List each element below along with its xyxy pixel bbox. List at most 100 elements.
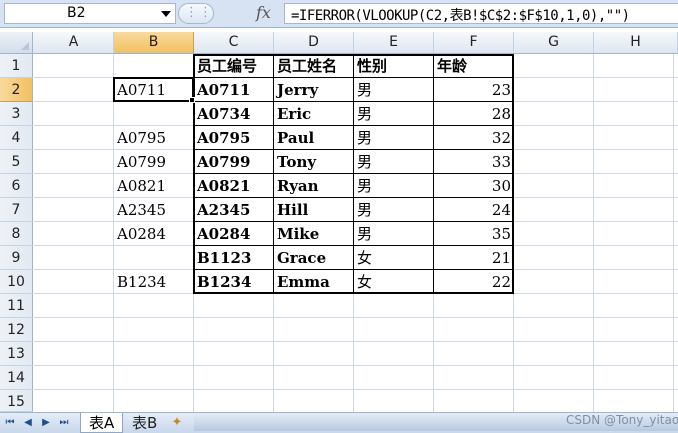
row-header-2[interactable]: 2 — [0, 78, 33, 102]
cell-f10[interactable]: 22 — [434, 270, 514, 294]
formula-bar: B2 ⋮⋮ fx =IFERROR(VLOOKUP(C2,表B!$C$2:$F$… — [0, 0, 678, 28]
cell-f3[interactable]: 28 — [434, 102, 514, 126]
cell-d2[interactable]: Jerry — [274, 78, 354, 102]
formula-controls: ⋮⋮ fx — [178, 3, 280, 24]
name-box[interactable]: B2 — [4, 3, 176, 24]
cell-c10[interactable]: B1234 — [194, 270, 274, 294]
next-sheet-icon[interactable]: ▶ — [38, 416, 54, 430]
cell-d5[interactable]: Tony — [274, 150, 354, 174]
last-sheet-icon[interactable]: ⏭ — [56, 416, 72, 430]
row-header-14[interactable]: 14 — [0, 366, 33, 390]
cell-e8[interactable]: 男 — [354, 222, 434, 246]
row-header-13[interactable]: 13 — [0, 342, 33, 366]
select-all-button[interactable] — [0, 32, 33, 53]
row-header-12[interactable]: 12 — [0, 318, 33, 342]
table-divider — [193, 77, 514, 78]
sheet-tab-a[interactable]: 表A — [80, 413, 124, 433]
cell-e4[interactable]: 男 — [354, 126, 434, 150]
cell-e5[interactable]: 男 — [354, 150, 434, 174]
cell-c8[interactable]: A0284 — [194, 222, 274, 246]
cell-e3[interactable]: 男 — [354, 102, 434, 126]
row-header-7[interactable]: 7 — [0, 198, 33, 222]
cell-f8[interactable]: 35 — [434, 222, 514, 246]
column-header-h[interactable]: H — [594, 32, 678, 53]
cell-e9[interactable]: 女 — [354, 246, 434, 270]
table-divider — [193, 173, 514, 174]
cell-f6[interactable]: 30 — [434, 174, 514, 198]
insert-function-icon[interactable]: fx — [256, 3, 271, 22]
cell-e7[interactable]: 男 — [354, 198, 434, 222]
row-header-1[interactable]: 1 — [0, 54, 33, 78]
formula-text: =IFERROR(VLOOKUP(C2,表B!$C$2:$F$10,1,0),"… — [291, 8, 630, 24]
cell-d4[interactable]: Paul — [274, 126, 354, 150]
cell-d6[interactable]: Ryan — [274, 174, 354, 198]
cell-d10[interactable]: Emma — [274, 270, 354, 294]
cell-c6[interactable]: A0821 — [194, 174, 274, 198]
cell-f2[interactable]: 23 — [434, 78, 514, 102]
column-header-b[interactable]: B — [114, 32, 194, 53]
column-header-d[interactable]: D — [274, 32, 354, 53]
cell-c5[interactable]: A0799 — [194, 150, 274, 174]
row-header-8[interactable]: 8 — [0, 222, 33, 246]
row-header-5[interactable]: 5 — [0, 150, 33, 174]
column-header-a[interactable]: A — [34, 32, 114, 53]
header-employee-name[interactable]: 员工姓名 — [274, 54, 354, 78]
table-divider — [193, 125, 514, 126]
cell-e10[interactable]: 女 — [354, 270, 434, 294]
header-age[interactable]: 年龄 — [434, 54, 514, 78]
fill-handle[interactable] — [189, 97, 195, 103]
formula-input[interactable]: =IFERROR(VLOOKUP(C2,表B!$C$2:$F$10,1,0),"… — [284, 3, 678, 24]
cell-b6[interactable]: A0821 — [114, 174, 194, 198]
dots-icon: ⋮⋮ — [185, 5, 213, 20]
prev-sheet-icon[interactable]: ◀ — [20, 416, 36, 430]
cell-c9[interactable]: B1123 — [194, 246, 274, 270]
cell-b5[interactable]: A0799 — [114, 150, 194, 174]
cell-grid[interactable]: A0711 A0795 A0799 A0821 A2345 A0284 B123… — [34, 54, 678, 412]
select-all-triangle-icon — [21, 42, 29, 50]
table-divider — [193, 101, 514, 102]
cell-c7[interactable]: A2345 — [194, 198, 274, 222]
cell-c4[interactable]: A0795 — [194, 126, 274, 150]
column-header-c[interactable]: C — [194, 32, 274, 53]
cell-d8[interactable]: Mike — [274, 222, 354, 246]
table-divider — [433, 54, 434, 294]
cell-f9[interactable]: 21 — [434, 246, 514, 270]
sheet-nav-buttons: ⏮ ◀ ▶ ⏭ — [2, 416, 76, 430]
row-header-4[interactable]: 4 — [0, 126, 33, 150]
cell-c2[interactable]: A0711 — [194, 78, 274, 102]
table-divider — [193, 221, 514, 222]
cell-b4[interactable]: A0795 — [114, 126, 194, 150]
cell-c3[interactable]: A0734 — [194, 102, 274, 126]
cell-b7[interactable]: A2345 — [114, 198, 194, 222]
cell-b10[interactable]: B1234 — [114, 270, 194, 294]
cell-b8[interactable]: A0284 — [114, 222, 194, 246]
row-header-11[interactable]: 11 — [0, 294, 33, 318]
table-divider — [193, 269, 514, 270]
column-header-e[interactable]: E — [354, 32, 434, 53]
cell-d9[interactable]: Grace — [274, 246, 354, 270]
table-divider — [193, 149, 514, 150]
first-sheet-icon[interactable]: ⏮ — [2, 416, 18, 430]
cell-f7[interactable]: 24 — [434, 198, 514, 222]
column-header-g[interactable]: G — [514, 32, 594, 53]
cell-e2[interactable]: 男 — [354, 78, 434, 102]
column-header-f[interactable]: F — [434, 32, 514, 53]
header-gender[interactable]: 性别 — [354, 54, 434, 78]
row-header-6[interactable]: 6 — [0, 174, 33, 198]
cell-f4[interactable]: 32 — [434, 126, 514, 150]
table-divider — [353, 54, 354, 294]
header-employee-id[interactable]: 员工编号 — [194, 54, 274, 78]
cell-d7[interactable]: Hill — [274, 198, 354, 222]
cell-b2[interactable]: A0711 — [114, 78, 194, 102]
cell-f5[interactable]: 33 — [434, 150, 514, 174]
row-header-10[interactable]: 10 — [0, 270, 33, 294]
formula-bar-resize-handle[interactable]: ⋮⋮ — [178, 3, 214, 24]
cell-e6[interactable]: 男 — [354, 174, 434, 198]
chevron-down-icon[interactable] — [161, 11, 171, 17]
sheet-tab-b[interactable]: 表B — [124, 413, 165, 433]
row-header-9[interactable]: 9 — [0, 246, 33, 270]
row-header-15[interactable]: 15 — [0, 390, 33, 412]
cell-d3[interactable]: Eric — [274, 102, 354, 126]
row-header-3[interactable]: 3 — [0, 102, 33, 126]
insert-sheet-icon[interactable]: ✦ — [168, 415, 186, 431]
